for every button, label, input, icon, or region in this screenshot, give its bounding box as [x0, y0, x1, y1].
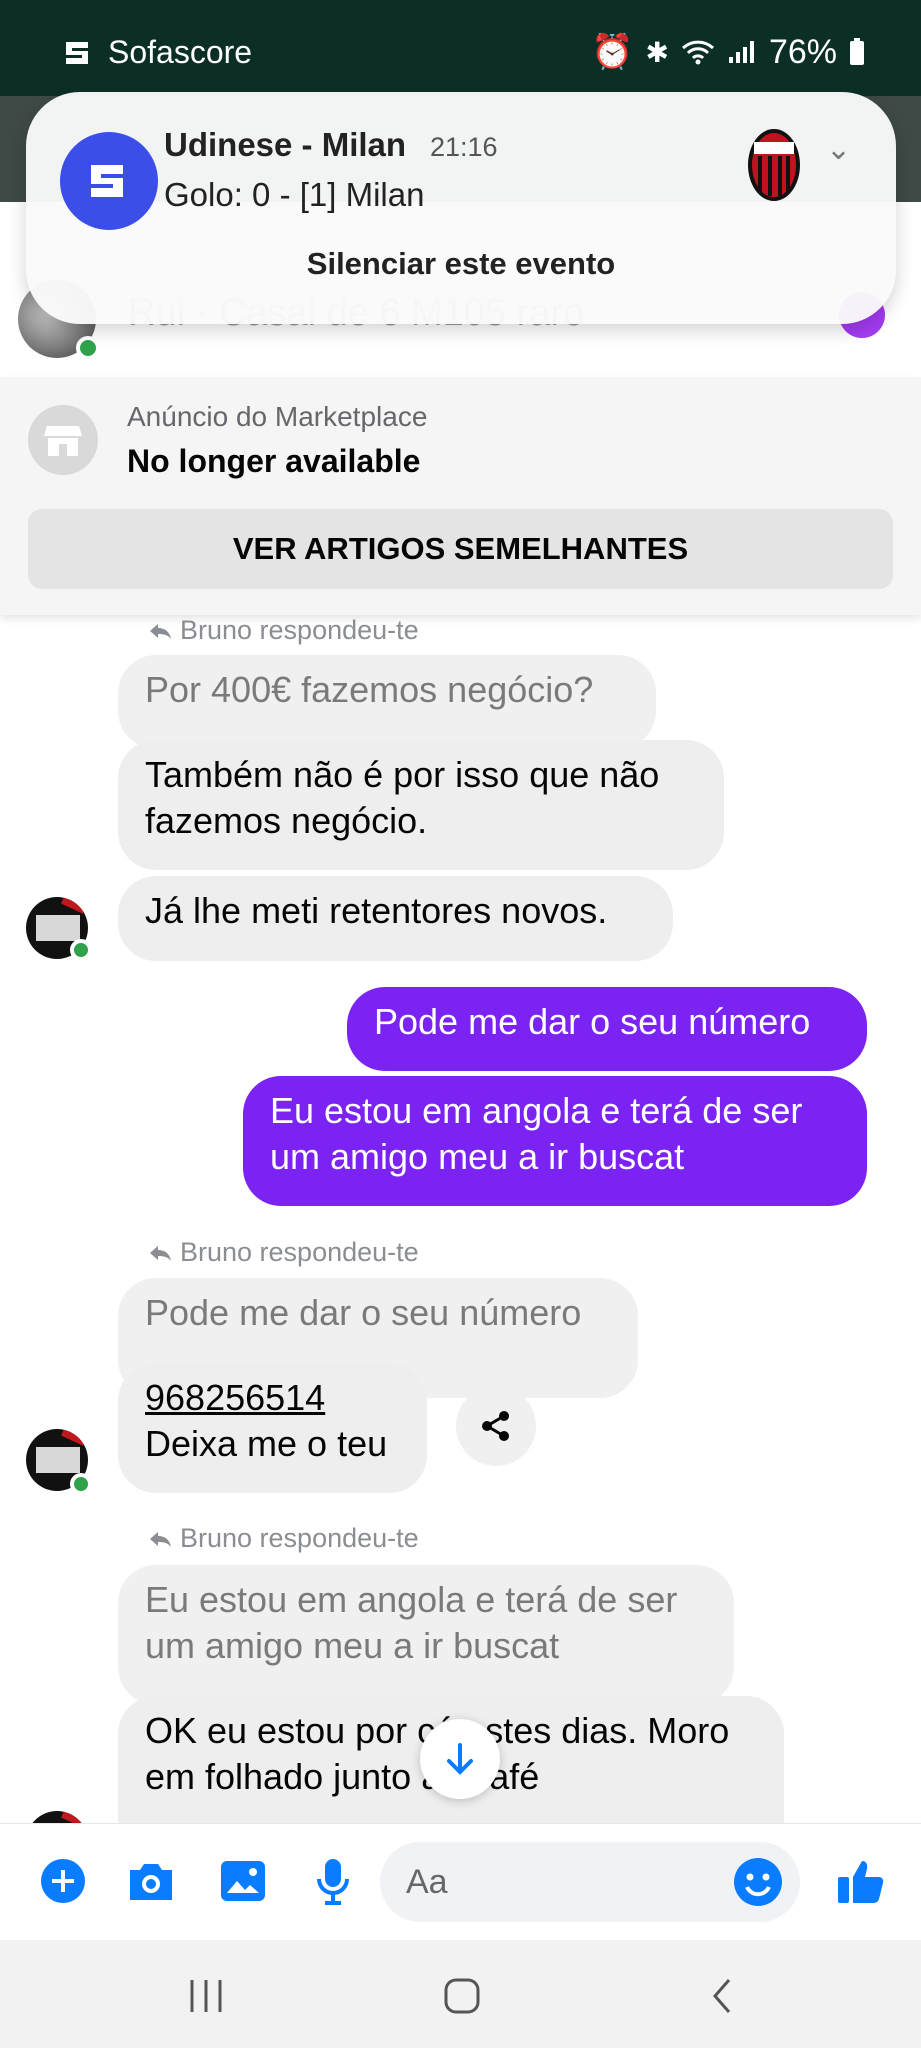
- like-button[interactable]: [832, 1852, 890, 1910]
- message-input-field[interactable]: [380, 1842, 800, 1922]
- camera-button[interactable]: [122, 1852, 180, 1910]
- status-app-name: Sofascore: [108, 34, 253, 70]
- reply-label: Bruno respondeu-te: [148, 1523, 419, 1554]
- emoji-icon: [734, 1858, 782, 1906]
- mute-event-button[interactable]: Silenciar este evento: [26, 246, 896, 282]
- reply-icon: [150, 1245, 171, 1261]
- incoming-message[interactable]: 968256514 Deixa me o teu: [118, 1363, 427, 1493]
- status-bar: Sofascore ⏰ ✱ 76%: [0, 0, 921, 96]
- sender-avatar[interactable]: [26, 1811, 88, 1823]
- share-button[interactable]: [456, 1386, 536, 1466]
- marketplace-card: Anúncio do Marketplace No longer availab…: [0, 377, 921, 615]
- reply-icon: [150, 623, 171, 639]
- reply-label: Bruno respondeu-te: [148, 1237, 419, 1268]
- system-navigation-bar: [0, 1940, 921, 2048]
- share-icon: [482, 1411, 509, 1441]
- expand-chevron-icon[interactable]: ⌄: [826, 132, 851, 167]
- home-icon: [444, 1978, 480, 2014]
- camera-icon: [130, 1864, 172, 1900]
- notification-body: Golo: 0 - [1] Milan: [164, 176, 425, 213]
- sofascore-icon: [66, 41, 88, 64]
- arrow-down-icon: [447, 1743, 473, 1775]
- thumbs-up-icon: [838, 1861, 884, 1903]
- signal-icon: [728, 41, 754, 63]
- image-icon: [221, 1861, 265, 1901]
- milan-crest-icon: [748, 129, 800, 201]
- battery-level: 76%: [768, 32, 837, 71]
- quoted-message[interactable]: Eu estou em angola e terá de ser um amig…: [118, 1565, 734, 1705]
- notification-card[interactable]: Udinese - Milan 21:16 Golo: 0 - [1] Mila…: [26, 92, 896, 324]
- scroll-to-bottom-button[interactable]: [420, 1719, 500, 1799]
- outgoing-message[interactable]: Eu estou em angola e terá de ser um amig…: [243, 1076, 867, 1206]
- online-indicator: [76, 336, 100, 360]
- microphone-icon: [317, 1859, 349, 1905]
- shop-icon: [28, 405, 98, 475]
- back-icon: [713, 1979, 731, 2013]
- recent-apps-button[interactable]: [176, 1968, 236, 2024]
- view-similar-button[interactable]: VER ARTIGOS SEMELHANTES: [28, 509, 893, 589]
- message-text: Deixa me o teu: [145, 1423, 388, 1464]
- recents-icon: [190, 1980, 222, 2012]
- listing-status: No longer available: [127, 443, 421, 479]
- sofascore-app-icon: [60, 132, 158, 230]
- status-app: Sofascore: [64, 34, 252, 71]
- message-input[interactable]: [406, 1856, 706, 1908]
- chat-messages: Bruno respondeu-te Por 400€ fazemos negó…: [0, 615, 921, 1823]
- incoming-message[interactable]: Também não é por isso que não fazemos ne…: [118, 740, 724, 870]
- emoji-button[interactable]: [732, 1856, 784, 1908]
- reply-label: Bruno respondeu-te: [148, 615, 419, 646]
- notification-title: Udinese - Milan: [164, 126, 407, 163]
- battery-icon: [850, 38, 864, 65]
- marketplace-label: Anúncio do Marketplace: [127, 401, 428, 432]
- gallery-button[interactable]: [214, 1852, 272, 1910]
- home-button[interactable]: [432, 1968, 492, 2024]
- notification-time: 21:16: [430, 132, 498, 162]
- back-button[interactable]: [692, 1968, 752, 2024]
- plus-icon: [41, 1859, 85, 1903]
- message-composer: [0, 1823, 921, 1940]
- online-indicator: [70, 1473, 92, 1495]
- wifi-icon: [681, 40, 714, 65]
- alarm-icon: ⏰: [591, 33, 634, 71]
- reply-icon: [150, 1531, 171, 1547]
- incoming-message[interactable]: Já lhe meti retentores novos.: [118, 876, 673, 961]
- quoted-message[interactable]: Por 400€ fazemos negócio?: [118, 655, 656, 749]
- add-button[interactable]: [34, 1852, 92, 1910]
- phone-number-link[interactable]: 968256514: [145, 1375, 400, 1421]
- bluetooth-icon: ✱: [645, 36, 669, 68]
- status-icons: ⏰ ✱ 76%: [591, 32, 865, 72]
- voice-button[interactable]: [304, 1852, 362, 1910]
- outgoing-message[interactable]: Pode me dar o seu número: [347, 987, 867, 1071]
- online-indicator: [70, 939, 92, 961]
